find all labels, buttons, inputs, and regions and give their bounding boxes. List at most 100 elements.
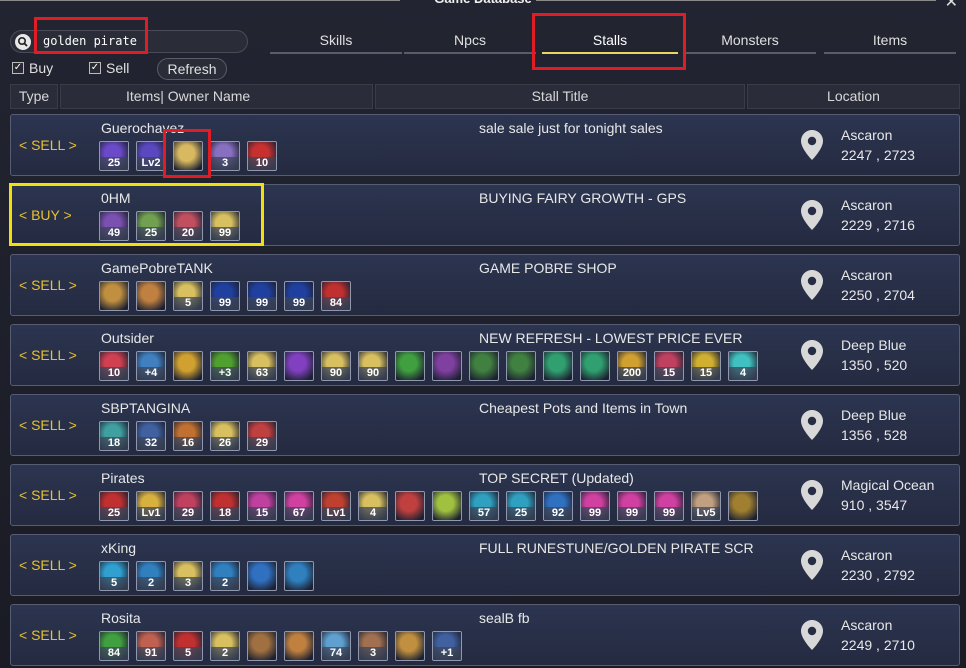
- buy-filter[interactable]: ✓ Buy: [12, 60, 53, 76]
- item-slot[interactable]: 5: [99, 561, 129, 591]
- item-slot[interactable]: [395, 351, 425, 381]
- item-slot[interactable]: 99: [580, 491, 610, 521]
- item-slot[interactable]: [395, 491, 425, 521]
- item-slot[interactable]: 15: [691, 351, 721, 381]
- map-pin-icon[interactable]: [801, 480, 823, 510]
- item-slot[interactable]: 15: [247, 491, 277, 521]
- item-slot[interactable]: 29: [173, 491, 203, 521]
- item-slot[interactable]: [173, 351, 203, 381]
- item-slot[interactable]: 25: [99, 491, 129, 521]
- sell-checkbox[interactable]: ✓: [89, 62, 101, 74]
- item-slot[interactable]: Lv1: [136, 491, 166, 521]
- map-pin-icon[interactable]: [801, 620, 823, 650]
- sell-filter[interactable]: ✓ Sell: [89, 60, 129, 76]
- item-slot[interactable]: 4: [358, 491, 388, 521]
- stall-row[interactable]: < SELL > Pirates 25 Lv1 29 18 15 67 Lv1 4 57 25 92…: [10, 464, 960, 526]
- item-slot[interactable]: 57: [469, 491, 499, 521]
- item-slot[interactable]: [99, 281, 129, 311]
- item-slot[interactable]: 99: [210, 281, 240, 311]
- column-stall-title[interactable]: Stall Title: [375, 84, 745, 109]
- item-slot[interactable]: 10: [99, 351, 129, 381]
- stall-row[interactable]: < SELL > GamePobreTANK 5 99 99 99 84 GAME PO…: [10, 254, 960, 316]
- item-slot[interactable]: 29: [247, 421, 277, 451]
- item-slot[interactable]: [506, 351, 536, 381]
- map-pin-icon[interactable]: [801, 270, 823, 300]
- column-owner[interactable]: Items| Owner Name: [60, 84, 373, 109]
- item-slot[interactable]: +3: [210, 351, 240, 381]
- map-pin-icon[interactable]: [801, 550, 823, 580]
- item-slot[interactable]: 2: [210, 561, 240, 591]
- item-slot[interactable]: 67: [284, 491, 314, 521]
- item-slot[interactable]: 25: [99, 141, 129, 171]
- item-slot[interactable]: 3: [173, 561, 203, 591]
- item-slot[interactable]: 5: [173, 631, 203, 661]
- item-slot[interactable]: 4: [728, 351, 758, 381]
- item-slot[interactable]: 3: [358, 631, 388, 661]
- refresh-button[interactable]: Refresh: [157, 58, 227, 80]
- buy-checkbox[interactable]: ✓: [12, 62, 24, 74]
- item-slot[interactable]: 2: [210, 631, 240, 661]
- item-slot[interactable]: 91: [136, 631, 166, 661]
- item-slot[interactable]: Lv5: [691, 491, 721, 521]
- item-slot[interactable]: +1: [432, 631, 462, 661]
- item-slot[interactable]: 99: [284, 281, 314, 311]
- item-quantity: 91: [137, 647, 165, 660]
- stall-row[interactable]: < SELL > Guerochavez 25 Lv2 3 10 sale sale …: [10, 114, 960, 176]
- item-slot[interactable]: 2: [136, 561, 166, 591]
- item-slot[interactable]: 84: [99, 631, 129, 661]
- item-slot[interactable]: [284, 351, 314, 381]
- location-name: Ascaron: [841, 617, 893, 633]
- item-slot[interactable]: 92: [543, 491, 573, 521]
- map-pin-icon[interactable]: [801, 200, 823, 230]
- item-slot[interactable]: [136, 281, 166, 311]
- item-quantity: 63: [248, 367, 276, 380]
- item-slot[interactable]: 18: [210, 491, 240, 521]
- item-slot[interactable]: Lv1: [321, 491, 351, 521]
- item-slot[interactable]: 200: [617, 351, 647, 381]
- item-slot[interactable]: [247, 631, 277, 661]
- item-slot[interactable]: [432, 491, 462, 521]
- item-slot[interactable]: 26: [210, 421, 240, 451]
- map-pin-icon[interactable]: [801, 410, 823, 440]
- item-slot[interactable]: 32: [136, 421, 166, 451]
- map-pin-icon[interactable]: [801, 340, 823, 370]
- stall-row[interactable]: < SELL > SBPTANGINA 18 32 16 26 29 Cheapest …: [10, 394, 960, 456]
- item-slot[interactable]: [580, 351, 610, 381]
- item-slot[interactable]: [247, 561, 277, 591]
- tab-items[interactable]: Items: [824, 30, 956, 54]
- map-pin-icon[interactable]: [801, 130, 823, 160]
- item-slot[interactable]: 3: [210, 141, 240, 171]
- column-type[interactable]: Type: [10, 84, 58, 109]
- item-slot[interactable]: 90: [358, 351, 388, 381]
- item-slot[interactable]: 99: [654, 491, 684, 521]
- item-slot[interactable]: 63: [247, 351, 277, 381]
- item-slot[interactable]: 5: [173, 281, 203, 311]
- item-slot[interactable]: +4: [136, 351, 166, 381]
- column-location[interactable]: Location: [747, 84, 960, 109]
- item-slot[interactable]: [395, 631, 425, 661]
- item-slot[interactable]: 15: [654, 351, 684, 381]
- item-slot[interactable]: [728, 491, 758, 521]
- item-slot[interactable]: [543, 351, 573, 381]
- item-slot[interactable]: 16: [173, 421, 203, 451]
- tab-monsters[interactable]: Monsters: [684, 30, 816, 54]
- close-icon[interactable]: ✕: [945, 0, 958, 12]
- item-slot[interactable]: [284, 631, 314, 661]
- item-slot[interactable]: [432, 351, 462, 381]
- item-slot[interactable]: 74: [321, 631, 351, 661]
- item-slot[interactable]: 99: [247, 281, 277, 311]
- item-slot[interactable]: 99: [617, 491, 647, 521]
- item-slot[interactable]: 90: [321, 351, 351, 381]
- item-slot[interactable]: 10: [247, 141, 277, 171]
- tab-skills[interactable]: Skills: [270, 30, 402, 54]
- item-slot[interactable]: 84: [321, 281, 351, 311]
- item-slot[interactable]: [469, 351, 499, 381]
- item-slot[interactable]: 18: [99, 421, 129, 451]
- stall-row[interactable]: < SELL > xKing 5232 FULL RUNESTUNE/GOLDE…: [10, 534, 960, 596]
- item-slot[interactable]: [284, 561, 314, 591]
- tab-npcs[interactable]: Npcs: [404, 30, 536, 54]
- stall-row[interactable]: < SELL > Outsider 10 +4 +3 63 90 90 200 15 15 4 N…: [10, 324, 960, 386]
- stall-row[interactable]: < SELL > Rosita 84 91 5 2 74 3 +1 sealB fb Asc…: [10, 604, 960, 666]
- item-slot[interactable]: Lv2: [136, 141, 166, 171]
- item-slot[interactable]: 25: [506, 491, 536, 521]
